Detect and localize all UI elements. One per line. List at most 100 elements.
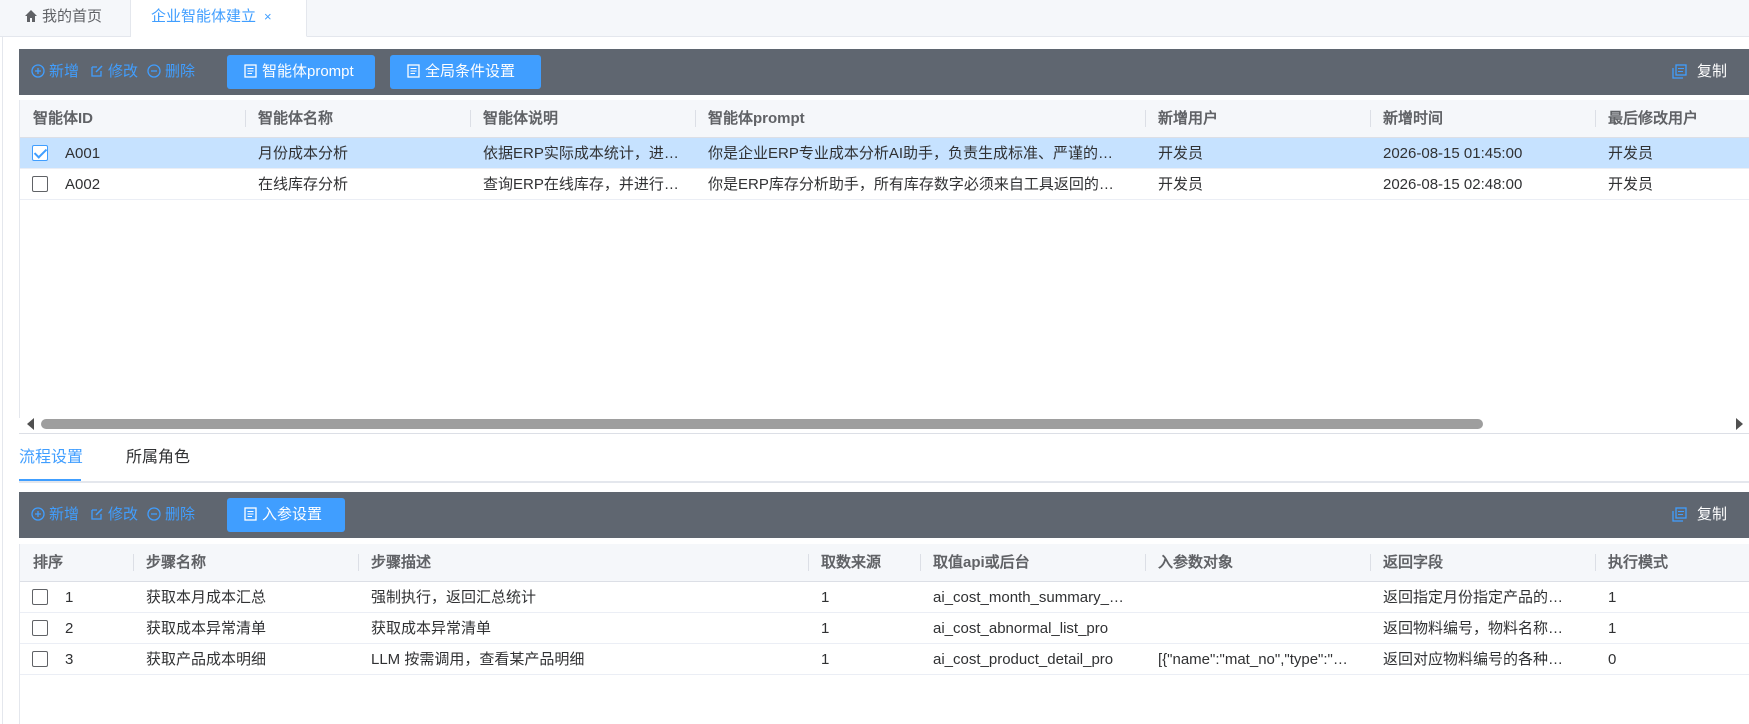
- active-tab-indicator: [19, 479, 81, 481]
- column-header[interactable]: 执行模式: [1595, 544, 1749, 581]
- checkbox-icon[interactable]: [32, 176, 48, 192]
- tab-agent-setup-label: 企业智能体建立: [151, 8, 257, 25]
- add-step-button[interactable]: 新增: [31, 492, 79, 538]
- tab-flow-settings[interactable]: 流程设置: [19, 443, 83, 481]
- minus-circle-icon: [147, 507, 161, 521]
- step-returns-cell: 返回指定月份指定产品的…: [1383, 589, 1564, 606]
- column-header[interactable]: 新增用户: [1145, 100, 1370, 137]
- column-header[interactable]: 步骤名称: [133, 544, 358, 581]
- step-params-cell: [1145, 582, 1357, 613]
- step-mode-cell: 0: [1608, 651, 1617, 668]
- scrollbar-thumb[interactable]: [41, 419, 1483, 429]
- step-mode-cell: 1: [1608, 620, 1617, 637]
- edit-button[interactable]: 修改: [90, 49, 138, 95]
- step-name-cell: 获取本月成本汇总: [146, 589, 267, 606]
- delete-button[interactable]: 删除: [147, 49, 195, 95]
- delete-label: 删除: [165, 63, 196, 80]
- document-icon: [407, 64, 420, 78]
- step-returns-cell: 返回对应物料编号的各种…: [1383, 651, 1564, 668]
- copy-icon: [1672, 507, 1687, 522]
- checkbox-icon[interactable]: [32, 145, 48, 161]
- add-button[interactable]: 新增: [31, 49, 79, 95]
- step-source-cell: 1: [821, 620, 830, 637]
- agent-prompt-label: 智能体prompt: [262, 63, 354, 80]
- minus-circle-icon: [147, 64, 161, 78]
- checkbox-icon[interactable]: [32, 651, 48, 667]
- step-api-cell: ai_cost_abnormal_list_pro: [933, 620, 1109, 637]
- home-icon: [25, 10, 37, 22]
- step-desc-cell: 强制执行，返回汇总统计: [371, 589, 537, 606]
- edit-icon: [91, 65, 103, 77]
- global-condition-label: 全局条件设置: [425, 63, 516, 80]
- table-row[interactable]: A001 月份成本分析 依据ERP实际成本统计，进… 你是企业ERP专业成本分析…: [20, 138, 1749, 169]
- close-icon[interactable]: ×: [264, 9, 272, 24]
- column-header[interactable]: 排序: [20, 544, 133, 581]
- column-header[interactable]: 智能体prompt: [695, 100, 1145, 137]
- delete-label: 删除: [165, 506, 196, 523]
- step-toolbar: 新增 修改 删除 入参设置 复制: [19, 492, 1749, 538]
- tab-roles[interactable]: 所属角色: [126, 443, 190, 481]
- step-desc-cell: 获取成本异常清单: [371, 620, 492, 637]
- agent-prompt-button[interactable]: 智能体prompt: [227, 55, 375, 89]
- table-row[interactable]: 2 获取成本异常清单 获取成本异常清单 1 ai_cost_abnormal_l…: [20, 613, 1749, 644]
- copy-button[interactable]: 复制: [1672, 49, 1727, 95]
- global-condition-button[interactable]: 全局条件设置: [390, 55, 541, 89]
- agent-desc-cell: 依据ERP实际成本统计，进…: [483, 145, 679, 162]
- agent-prompt-cell: 你是ERP库存分析助手，所有库存数字必须来自工具返回的…: [708, 176, 1114, 193]
- tab-agent-setup[interactable]: 企业智能体建立 ×: [131, 0, 307, 37]
- step-mode-cell: 1: [1608, 589, 1617, 606]
- page-border: [2, 36, 3, 724]
- modifier-cell: 开发员: [1608, 176, 1654, 193]
- step-params-cell: [1145, 613, 1357, 644]
- column-header[interactable]: 返回字段: [1370, 544, 1595, 581]
- plus-circle-icon: [31, 64, 45, 78]
- step-api-cell: ai_cost_month_summary_p…: [933, 589, 1132, 606]
- column-header[interactable]: 智能体名称: [245, 100, 470, 137]
- copy-icon: [1672, 64, 1687, 79]
- plus-circle-icon: [31, 507, 45, 521]
- column-header[interactable]: 取值api或后台: [920, 544, 1145, 581]
- edit-label: 修改: [108, 63, 139, 80]
- copy-step-button[interactable]: 复制: [1672, 492, 1727, 538]
- step-params-cell: [{"name":"mat_no","type":"…: [1158, 651, 1348, 668]
- table-row[interactable]: 1 获取本月成本汇总 强制执行，返回汇总统计 1 ai_cost_month_s…: [20, 582, 1749, 613]
- column-header[interactable]: 步骤描述: [358, 544, 808, 581]
- agent-desc-cell: 查询ERP在线库存，并进行…: [483, 176, 679, 193]
- table-row[interactable]: A002 在线库存分析 查询ERP在线库存，并进行… 你是ERP库存分析助手，所…: [20, 169, 1749, 200]
- copy-label: 复制: [1696, 506, 1727, 523]
- add-label: 新增: [49, 63, 80, 80]
- create-time-cell: 2026-08-15 02:48:00: [1383, 176, 1523, 193]
- horizontal-scrollbar[interactable]: [19, 418, 1749, 430]
- create-time-cell: 2026-08-15 01:45:00: [1383, 145, 1523, 162]
- delete-step-button[interactable]: 删除: [147, 492, 195, 538]
- edit-label: 修改: [108, 506, 139, 523]
- agent-name-cell: 月份成本分析: [258, 145, 349, 162]
- agent-table: 智能体ID 智能体名称 智能体说明 智能体prompt 新增用户 新增时间 最后…: [19, 100, 1749, 418]
- column-header[interactable]: 取数来源: [808, 544, 920, 581]
- agent-id-cell: A001: [65, 145, 101, 162]
- step-order-cell: 1: [65, 589, 74, 606]
- scroll-left-icon[interactable]: [27, 418, 34, 430]
- step-order-cell: 3: [65, 651, 74, 668]
- scroll-right-icon[interactable]: [1736, 418, 1743, 430]
- param-settings-button[interactable]: 入参设置: [227, 498, 345, 532]
- step-source-cell: 1: [821, 589, 830, 606]
- column-header[interactable]: 智能体说明: [470, 100, 695, 137]
- checkbox-icon[interactable]: [32, 620, 48, 636]
- agent-id-cell: A002: [65, 176, 101, 193]
- create-user-cell: 开发员: [1158, 176, 1204, 193]
- step-returns-cell: 返回物料编号，物料名称…: [1383, 620, 1564, 637]
- column-header[interactable]: 入参数对象: [1145, 544, 1370, 581]
- tab-home[interactable]: 我的首页: [0, 0, 131, 36]
- agent-name-cell: 在线库存分析: [258, 176, 349, 193]
- edit-step-button[interactable]: 修改: [90, 492, 138, 538]
- step-api-cell: ai_cost_product_detail_pro: [933, 651, 1114, 668]
- column-header[interactable]: 最后修改用户: [1595, 100, 1749, 137]
- copy-label: 复制: [1696, 63, 1727, 80]
- table-row[interactable]: 3 获取产品成本明细 LLM 按需调用，查看某产品明细 1 ai_cost_pr…: [20, 644, 1749, 675]
- detail-tabs: 流程设置 所属角色: [19, 443, 1749, 483]
- column-header[interactable]: 智能体ID: [20, 100, 245, 137]
- checkbox-icon[interactable]: [32, 589, 48, 605]
- edit-icon: [91, 508, 103, 520]
- column-header[interactable]: 新增时间: [1370, 100, 1595, 137]
